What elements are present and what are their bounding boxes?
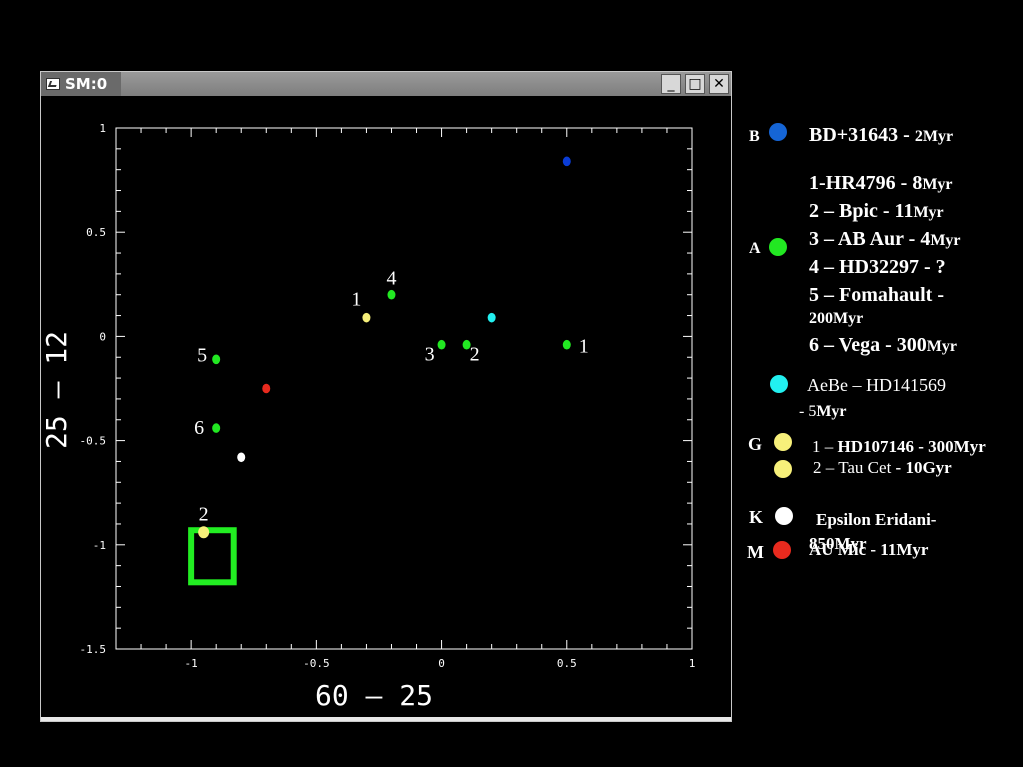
data-point [562, 339, 571, 350]
point-label: 2 [199, 503, 209, 525]
y-tick-label: -1.5 [80, 643, 107, 656]
y-tick-label: -1 [93, 539, 106, 552]
data-point [362, 312, 371, 323]
highlight-box [188, 527, 237, 586]
x-tick-label: 0 [438, 657, 445, 670]
point-label: 5 [197, 344, 207, 366]
point-label: 3 [425, 344, 435, 366]
scatter-plot: -1 -0.5 0 0.5 1 1 0.5 0 -0.5 -1 -1.5 60 – 25 25 – 12… [40, 122, 696, 712]
plot-frame [115, 127, 693, 650]
y-tick-label: -0.5 [80, 435, 107, 448]
y-tick-label: 1 [99, 122, 106, 135]
data-point [562, 156, 571, 167]
x-axis-label: 60 – 25 [315, 679, 433, 712]
point-label: 2 [470, 344, 480, 366]
x-tick-label: 0.5 [557, 657, 577, 670]
point-label: 1 [351, 289, 361, 311]
point-label: 1 [579, 336, 589, 358]
data-point [487, 312, 496, 323]
data-point [437, 339, 446, 350]
x-tick-label: -0.5 [303, 657, 330, 670]
y-axis-label: 25 – 12 [40, 331, 73, 449]
x-tick-label: -1 [185, 657, 198, 670]
data-point [212, 354, 221, 365]
data-point [198, 526, 210, 539]
point-label: 4 [386, 268, 396, 290]
x-tick-label: 1 [689, 657, 696, 670]
data-point [212, 423, 221, 433]
point-label: 6 [194, 417, 204, 439]
data-point [262, 383, 271, 394]
data-point [387, 289, 396, 300]
data-point [237, 452, 246, 463]
y-tick-label: 0 [99, 330, 106, 343]
y-tick-label: 0.5 [86, 226, 106, 239]
